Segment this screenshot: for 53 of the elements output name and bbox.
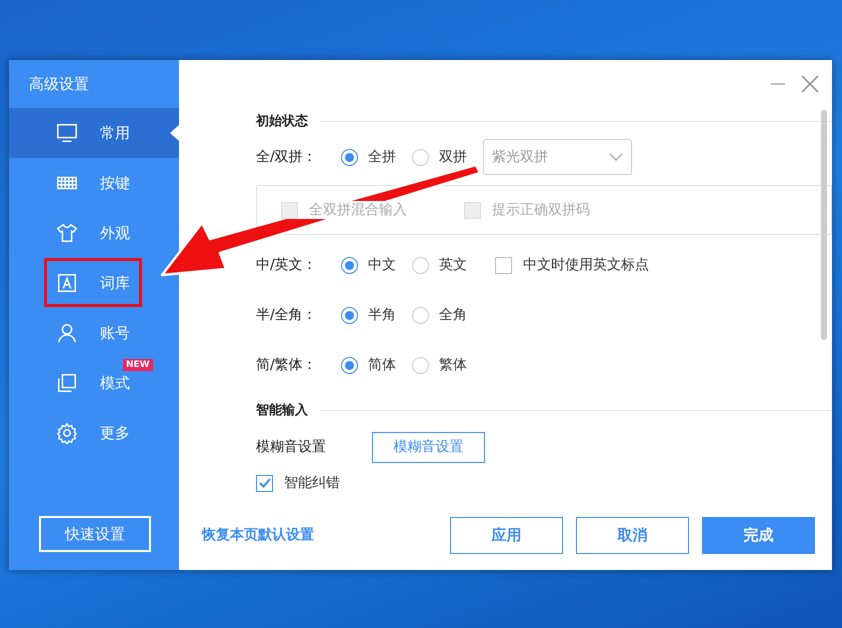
radio-option[interactable]: 中文 — [341, 256, 396, 274]
radio-option[interactable]: 半角 — [341, 306, 396, 324]
scrollbar-thumb[interactable] — [821, 110, 827, 340]
radio-button[interactable] — [412, 148, 429, 166]
sidebar-item[interactable]: 常用 — [9, 108, 179, 158]
radio-option[interactable]: 全拼 — [341, 148, 396, 166]
radio-option[interactable]: 繁体 — [412, 356, 467, 374]
radio-button[interactable] — [341, 256, 358, 274]
setting-label: 模糊音设置 — [256, 438, 326, 456]
sidebar-item[interactable]: 更多 — [9, 408, 179, 458]
radio-option[interactable]: 英文 — [412, 256, 467, 274]
copy-icon — [56, 372, 78, 394]
sidebar-item[interactable]: 外观 — [9, 208, 179, 258]
user-icon — [56, 322, 78, 344]
scheme-dropdown[interactable]: 紫光双拼 — [483, 139, 632, 175]
monitor-icon — [56, 122, 78, 144]
radio-button[interactable] — [412, 256, 429, 274]
sidebar-item[interactable]: NEW 模式 — [9, 358, 179, 408]
checkbox[interactable] — [495, 256, 512, 274]
new-badge: NEW — [123, 359, 153, 371]
chevron-down-icon — [609, 152, 623, 162]
quick-settings-button[interactable]: 快速设置 — [39, 516, 151, 552]
radio-option[interactable]: 双拼 — [412, 148, 467, 166]
section-title: 初始状态 — [256, 112, 308, 130]
checkbox[interactable] — [256, 474, 273, 492]
setting-label: 简/繁体： — [256, 356, 318, 374]
shirt-icon — [56, 222, 78, 244]
sidebar-item[interactable]: 按键 — [9, 158, 179, 208]
radio-button[interactable] — [341, 148, 358, 166]
letter-icon — [56, 272, 78, 294]
restore-defaults-link[interactable]: 恢复本页默认设置 — [202, 526, 314, 544]
checkmark-icon — [258, 478, 270, 488]
sidebar-title: 高级设置 — [28, 74, 90, 94]
sidebar-item[interactable]: 词库 — [9, 258, 179, 308]
setting-label: 半/全角： — [256, 306, 318, 324]
sidebar-item[interactable]: 账号 — [9, 308, 179, 358]
radio-option[interactable]: 简体 — [341, 356, 396, 374]
settings-icon — [56, 422, 78, 444]
radio-option[interactable]: 全角 — [412, 306, 467, 324]
radio-button[interactable] — [341, 356, 358, 374]
footer-button[interactable]: 取消 — [576, 516, 689, 554]
radio-button[interactable] — [412, 356, 429, 374]
setting-label: 全/双拼： — [256, 148, 318, 166]
footer-button[interactable]: 应用 — [450, 516, 563, 554]
radio-button[interactable] — [341, 306, 358, 324]
footer-button[interactable]: 完成 — [702, 516, 815, 554]
checkbox-option[interactable]: 中文时使用英文标点 — [495, 256, 649, 274]
close-icon[interactable] — [800, 74, 820, 94]
fuzzy-sound-button[interactable]: 模糊音设置 — [372, 432, 485, 462]
checkbox-option[interactable]: 智能纠错 — [256, 474, 340, 492]
setting-label: 中/英文： — [256, 256, 318, 274]
radio-button[interactable] — [412, 306, 429, 324]
section-title: 智能输入 — [256, 402, 308, 419]
